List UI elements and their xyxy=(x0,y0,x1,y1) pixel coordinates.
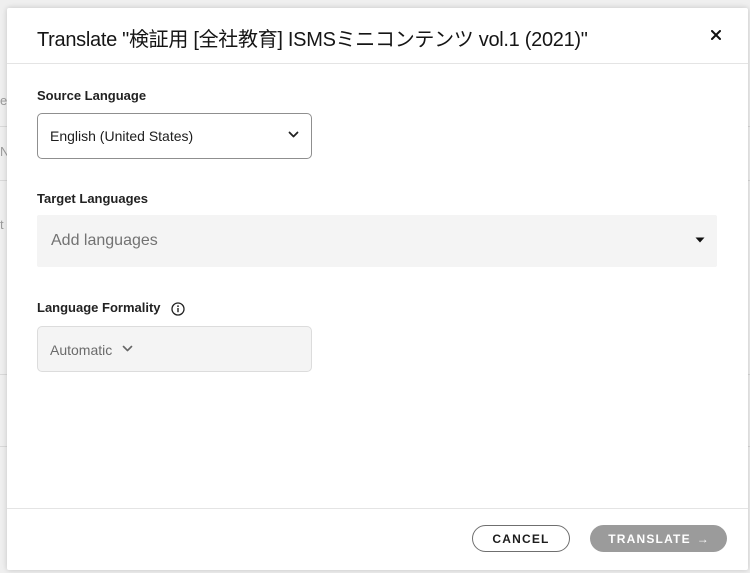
translate-button-label: TRANSLATE xyxy=(608,531,691,546)
close-icon xyxy=(711,30,721,40)
caret-down-icon xyxy=(695,237,705,243)
source-language-value: English (United States) xyxy=(50,128,194,144)
dialog-header: Translate "検証用 [全社教育] ISMSミニコンテンツ vol.1 … xyxy=(7,8,748,64)
info-icon[interactable] xyxy=(171,301,185,316)
target-languages-placeholder: Add languages xyxy=(51,232,158,249)
close-button[interactable] xyxy=(706,25,726,45)
chevron-down-icon xyxy=(288,131,299,138)
background-text: t xyxy=(0,217,4,232)
formality-label-text: Language Formality xyxy=(37,300,161,315)
chevron-down-icon xyxy=(122,345,133,352)
source-language-label: Source Language xyxy=(37,88,147,103)
formality-label: Language Formality xyxy=(37,300,185,316)
dialog-title: Translate "検証用 [全社教育] ISMSミニコンテンツ vol.1 … xyxy=(37,29,588,51)
formality-value: Automatic xyxy=(50,342,113,358)
translate-button[interactable]: TRANSLATE → xyxy=(590,525,727,552)
source-language-select[interactable]: English (United States) xyxy=(37,113,312,159)
formality-select[interactable]: Automatic xyxy=(37,326,312,372)
arrow-right-icon: → xyxy=(696,531,709,546)
target-languages-input[interactable]: Add languages xyxy=(37,215,717,267)
cancel-button[interactable]: CANCEL xyxy=(472,525,570,552)
dialog-footer: CANCEL TRANSLATE → xyxy=(7,508,748,570)
target-languages-label: Target Languages xyxy=(37,191,149,206)
translate-dialog: Translate "検証用 [全社教育] ISMSミニコンテンツ vol.1 … xyxy=(7,8,748,570)
